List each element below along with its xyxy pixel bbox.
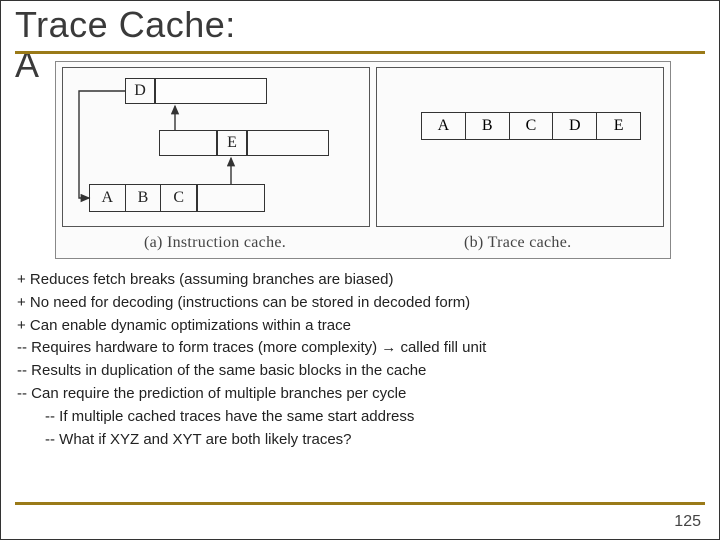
bullet-4: -- Requires hardware to form traces (mor… [17,337,703,360]
page-number: 125 [674,513,701,531]
bullet-5: -- Results in duplication of the same ba… [17,360,703,383]
slide: Trace Cache: A D E A B C [0,0,720,540]
footer-underline [15,502,705,505]
figure-trace-cache: A B C D E [376,67,664,227]
trace-c: C [509,113,553,139]
block-d: D [125,78,155,104]
block-e-row-right [247,130,329,156]
bullet-4-post: called fill unit [396,339,486,356]
caption-b: (b) Trace cache. [464,234,571,252]
caption-a: (a) Instruction cache. [144,234,286,252]
figure-instruction-cache: D E A B C [62,67,370,227]
block-e: E [217,130,247,156]
bullet-6: -- Can require the prediction of multipl… [17,383,703,406]
bullet-4-pre: -- Requires hardware to form traces (mor… [17,339,381,356]
body-text: + Reduces fetch breaks (assuming branche… [17,269,703,451]
bullet-2: + No need for decoding (instructions can… [17,292,703,315]
bullet-6b: -- What if XYZ and XYT are both likely t… [17,429,703,452]
trace-e: E [596,113,640,139]
trace-a: A [422,113,465,139]
bullet-6a: -- If multiple cached traces have the sa… [17,406,703,429]
block-e-row-left [159,130,217,156]
bullet-3: + Can enable dynamic optimizations withi… [17,315,703,338]
bullet-1: + Reduces fetch breaks (assuming branche… [17,269,703,292]
block-c: C [160,185,196,211]
title-underline [15,51,705,54]
block-c-row [197,184,265,212]
block-b: B [125,185,161,211]
trace-b: B [465,113,509,139]
right-arrow-icon: → [381,339,396,356]
block-d-row [155,78,267,104]
slide-title-line1: Trace Cache: [15,5,705,45]
trace-row: A B C D E [421,112,641,140]
block-a: A [90,185,125,211]
figure: D E A B C [55,61,671,259]
trace-d: D [552,113,596,139]
block-abc: A B C [89,184,197,212]
